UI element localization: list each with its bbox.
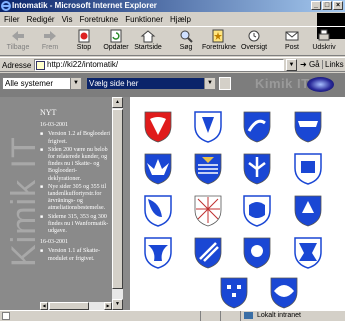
- zone-label: Lokalt intranet: [257, 312, 301, 319]
- menu-help[interactable]: Hjælp: [170, 15, 191, 24]
- page-icon: [36, 61, 45, 70]
- toolbar: Tilbage Frem Stop Opdater Startside Søg …: [0, 26, 345, 56]
- news-panel: Kimik IT NYT 16-03-2001 Version 1.2 af B…: [0, 97, 130, 310]
- news-item: Siden 200 være nu belob for relaterede k…: [40, 147, 110, 183]
- stop-icon: [78, 29, 90, 43]
- address-label: Adresse: [2, 61, 32, 70]
- page-status-icon: [2, 312, 10, 320]
- news-list: Version 1.2 af Boglooderi frigivet. Side…: [40, 131, 110, 235]
- favorites-button[interactable]: Foretrukne: [202, 29, 236, 55]
- globe-icon[interactable]: [307, 77, 334, 92]
- menu-bar: Filer Redigér Vis Foretrukne Funktioner …: [0, 13, 345, 25]
- go-button[interactable]: ➜ Gå: [300, 60, 320, 69]
- news-content: NYT 16-03-2001 Version 1.2 af Boglooderi…: [40, 109, 110, 303]
- municipality-crest-link[interactable]: [144, 195, 172, 227]
- mail-button[interactable]: Post: [276, 29, 308, 55]
- municipality-crest-link[interactable]: [243, 111, 271, 143]
- news-item: Siderne 315, 353 og 300 findes nu i Wanf…: [40, 214, 110, 236]
- municipality-crest-link[interactable]: [294, 195, 322, 227]
- window-title: Intomatik - Microsoft Internet Explorer: [12, 1, 157, 10]
- home-icon: [140, 30, 156, 43]
- refresh-button[interactable]: Opdater: [100, 29, 132, 55]
- page-header: Alle systemer ▼ Vælg side her ▼ Kimik IT: [0, 73, 345, 97]
- news-date: 16-03-2001: [40, 122, 68, 129]
- scroll-right-button[interactable]: ▶: [104, 302, 112, 310]
- page-select[interactable]: Vælg side her ▼: [86, 77, 216, 90]
- ie-logo-icon: [1, 1, 11, 11]
- print-icon: [318, 29, 330, 41]
- status-bar: Lokalt intranet: [0, 310, 345, 321]
- menu-edit[interactable]: Redigér: [27, 15, 55, 24]
- address-dropdown-button[interactable]: ▼: [286, 59, 297, 71]
- municipality-crest-link[interactable]: [294, 153, 322, 185]
- scroll-thumb[interactable]: [112, 109, 123, 289]
- intranet-icon: [244, 312, 253, 319]
- news-list: Version 1.1 af Skatte-modulet er frigive…: [40, 248, 110, 262]
- municipality-crest-link[interactable]: [294, 237, 322, 269]
- municipality-crest-link[interactable]: [144, 237, 172, 269]
- municipality-crest-link[interactable]: [194, 153, 222, 185]
- browser-window: Intomatik - Microsoft Internet Explorer …: [0, 0, 345, 321]
- address-url: http://ki22/intomatik/: [47, 60, 119, 69]
- brand-logo: Kimik IT: [255, 76, 310, 91]
- municipality-crest-link[interactable]: [243, 195, 271, 227]
- news-heading: NYT: [40, 109, 57, 117]
- back-arrow-icon: [12, 31, 24, 41]
- news-item: Version 1.1 af Skatte-modulet er frigive…: [40, 248, 110, 262]
- home-button[interactable]: Startside: [132, 29, 164, 55]
- history-icon: [248, 30, 260, 42]
- back-button[interactable]: Tilbage: [2, 29, 34, 55]
- chevron-down-icon: ▼: [204, 78, 215, 89]
- news-vertical-scrollbar[interactable]: ▲ ▼: [112, 97, 123, 310]
- page-content: Alle systemer ▼ Vælg side her ▼ Kimik IT…: [0, 73, 345, 310]
- municipality-crest-link[interactable]: [243, 237, 271, 269]
- chevron-down-icon: ▼: [70, 78, 81, 89]
- close-button[interactable]: ×: [333, 1, 343, 10]
- mail-icon: [285, 31, 299, 41]
- municipality-crest-link[interactable]: [294, 111, 322, 143]
- news-horizontal-scrollbar[interactable]: ◀ ▶: [40, 302, 112, 310]
- municipality-crest-link[interactable]: [194, 195, 222, 227]
- system-select[interactable]: Alle systemer ▼: [2, 77, 82, 90]
- favorites-icon: [212, 29, 224, 43]
- print-button[interactable]: Udskriv: [308, 29, 340, 55]
- scroll-down-button[interactable]: ▼: [112, 299, 123, 310]
- links-button[interactable]: Links: [322, 60, 344, 69]
- municipality-crest-link[interactable]: [243, 153, 271, 185]
- news-date: 16-03-2001: [40, 239, 68, 246]
- document-icon[interactable]: [219, 77, 231, 90]
- municipality-crest-link[interactable]: [220, 277, 248, 309]
- search-icon: [180, 30, 193, 43]
- menu-file[interactable]: Filer: [4, 15, 20, 24]
- address-input[interactable]: http://ki22/intomatik/: [34, 59, 284, 71]
- menu-view[interactable]: Vis: [62, 15, 73, 24]
- municipality-crest-grid: [130, 97, 345, 310]
- refresh-icon: [110, 29, 122, 43]
- municipality-crest-link[interactable]: [144, 153, 172, 185]
- title-bar: Intomatik - Microsoft Internet Explorer …: [0, 0, 345, 12]
- news-item: Nye sider 305 og 355 til tandenlkufforty…: [40, 184, 110, 213]
- menu-favorites[interactable]: Foretrukne: [80, 15, 119, 24]
- municipality-crest-link[interactable]: [194, 237, 222, 269]
- vertical-brand: Kimik IT: [5, 136, 43, 267]
- municipality-crest-link[interactable]: [144, 111, 172, 143]
- hscroll-thumb[interactable]: [49, 302, 89, 310]
- forward-button[interactable]: Frem: [34, 29, 66, 55]
- news-item: Version 1.2 af Boglooderi frigivet.: [40, 131, 110, 145]
- forward-arrow-icon: [44, 31, 56, 41]
- minimize-button[interactable]: _: [311, 1, 321, 10]
- stop-button[interactable]: Stop: [68, 29, 100, 55]
- history-button[interactable]: Oversigt: [238, 29, 270, 55]
- maximize-button[interactable]: □: [322, 1, 332, 10]
- scroll-left-button[interactable]: ◀: [40, 302, 48, 310]
- municipality-crest-link[interactable]: [194, 111, 222, 143]
- search-button[interactable]: Søg: [170, 29, 202, 55]
- address-bar: Adresse http://ki22/intomatik/ ▼ ➜ Gå Li…: [0, 57, 345, 72]
- menu-tools[interactable]: Funktioner: [125, 15, 163, 24]
- scroll-up-button[interactable]: ▲: [112, 97, 123, 108]
- municipality-crest-link[interactable]: [270, 277, 298, 309]
